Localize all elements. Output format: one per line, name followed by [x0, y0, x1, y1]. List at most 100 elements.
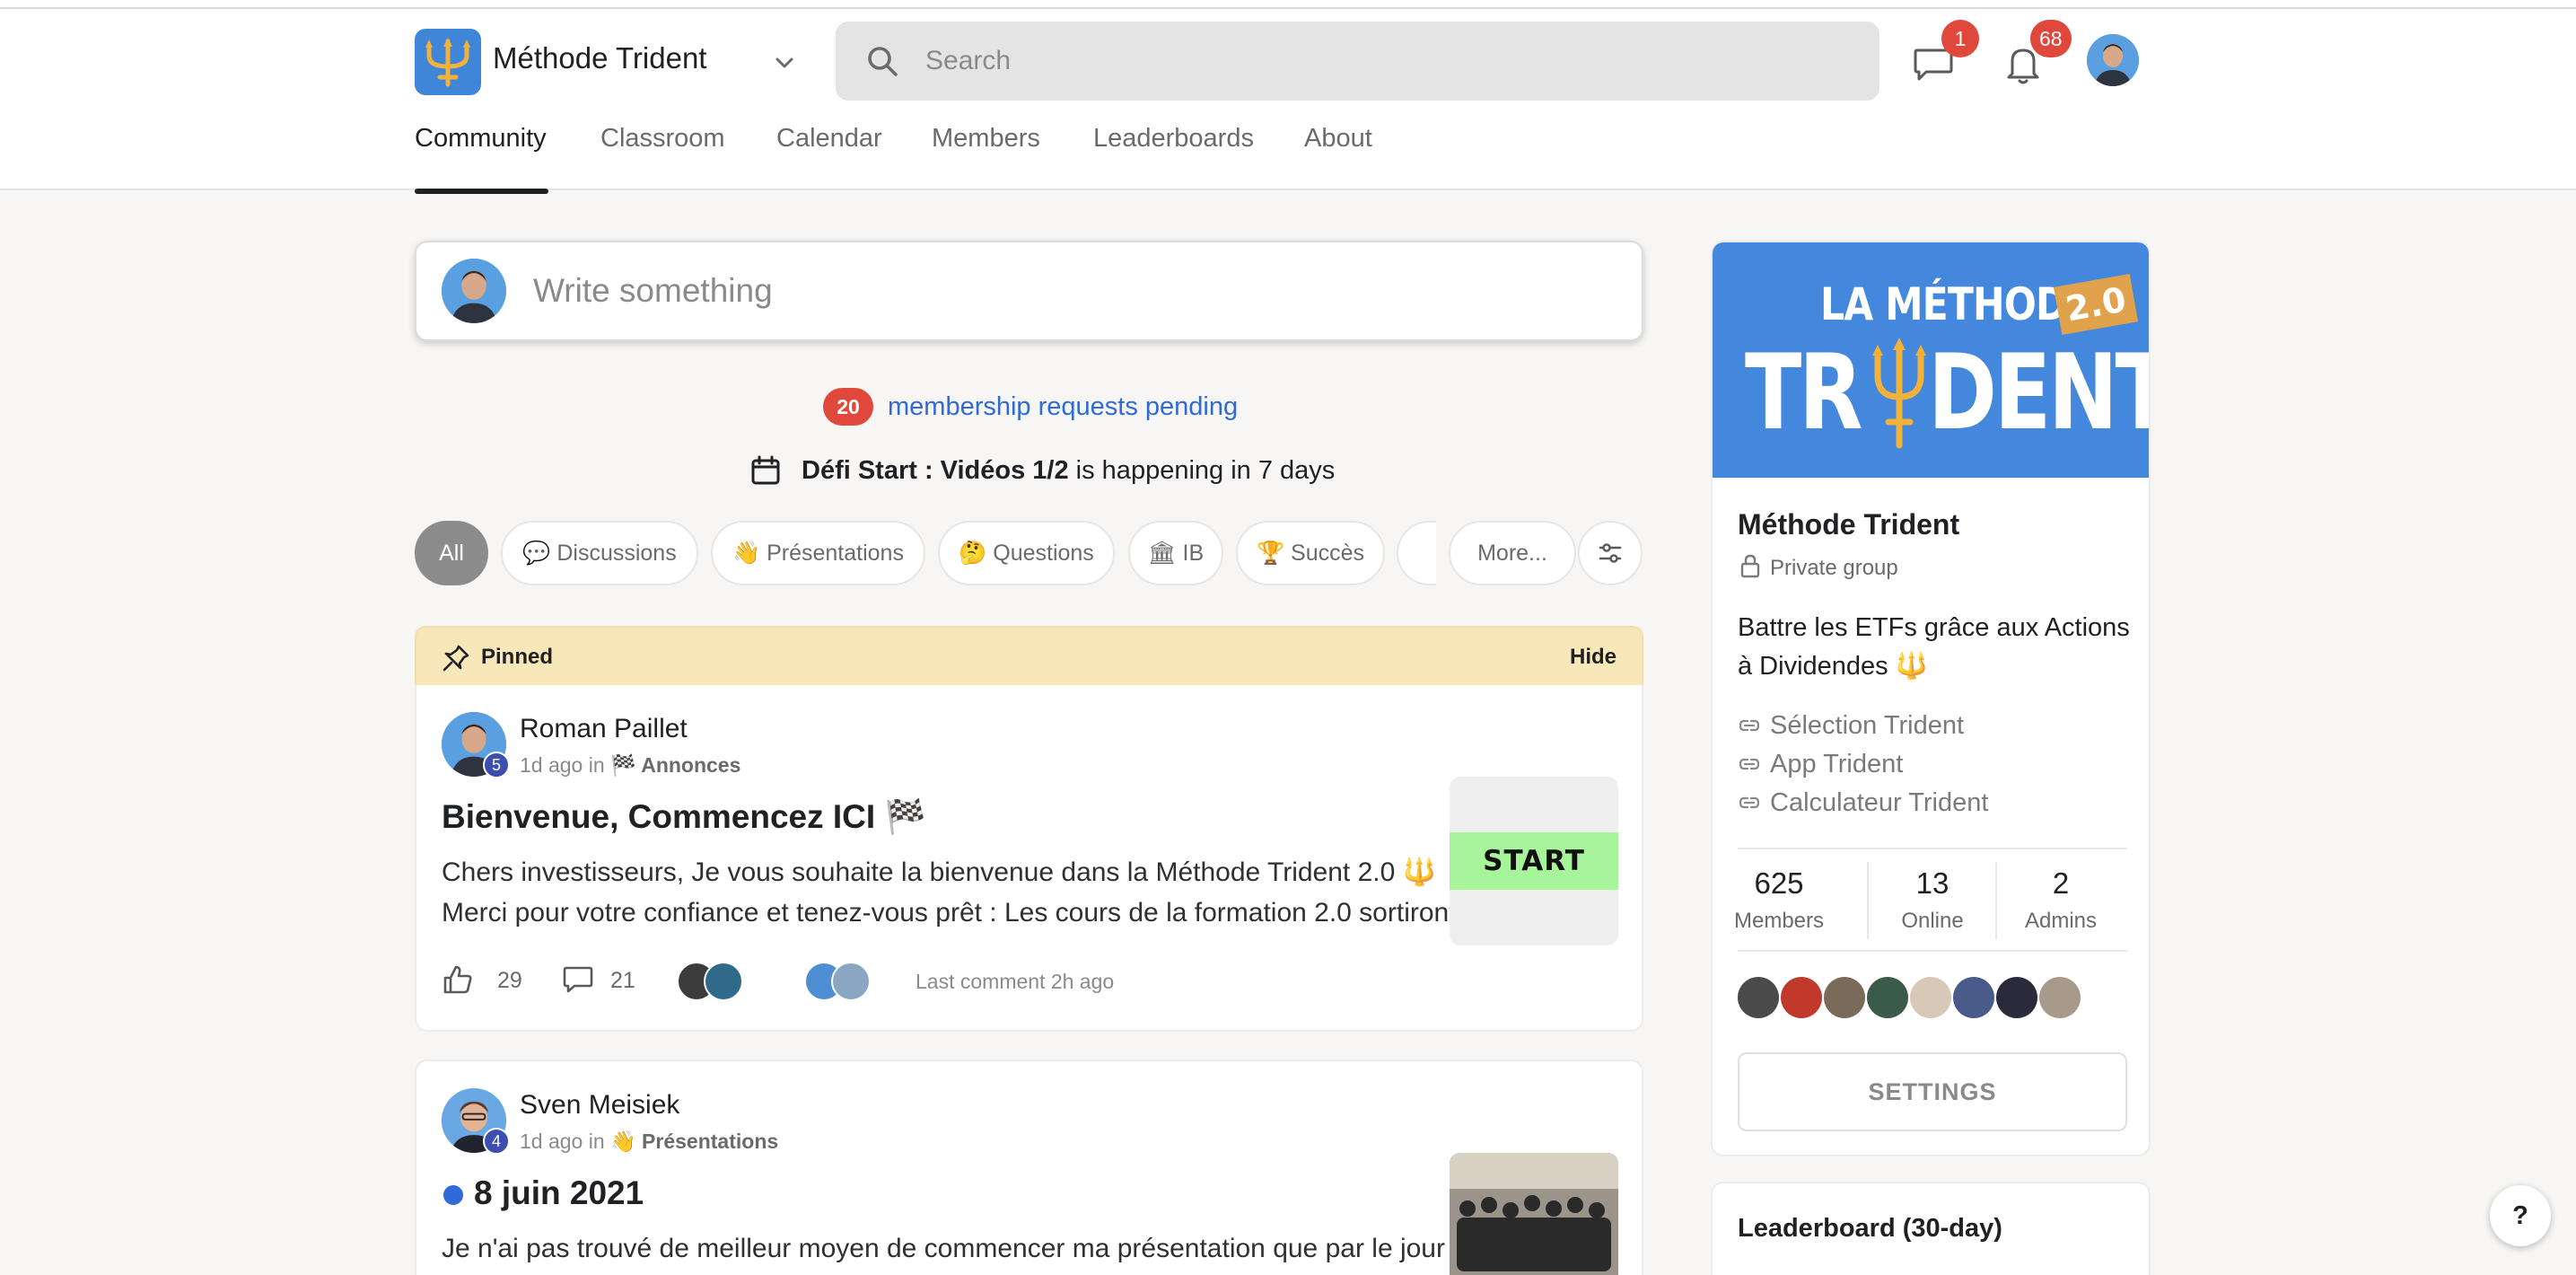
member-avatar[interactable] [1910, 977, 1951, 1018]
trident-icon [1872, 338, 1926, 449]
post-time: 1d ago in [520, 1130, 611, 1153]
banner-line1: LA MÉTHODE [1820, 278, 2092, 330]
filter-discussions[interactable]: 💬 Discussions [501, 521, 698, 585]
membership-requests-link[interactable]: membership requests pending [888, 392, 1238, 422]
pin-icon [442, 645, 469, 672]
member-avatar[interactable] [1867, 977, 1908, 1018]
members-count[interactable]: 625 [1716, 866, 1842, 901]
link-icon [1739, 758, 1760, 770]
tab-leaderboards[interactable]: Leaderboards [1093, 124, 1254, 190]
search-bar[interactable] [836, 22, 1879, 101]
group-banner[interactable]: LA MÉTHODE 2.0 TR DENT [1713, 242, 2151, 478]
like-icon[interactable] [442, 963, 474, 996]
event-timing: is happening in 7 days [1068, 455, 1336, 485]
post-time: 1d ago in [520, 753, 611, 777]
last-comment-time: Last comment 2h ago [916, 970, 1115, 993]
pinned-label: Pinned [481, 645, 554, 669]
tab-classroom[interactable]: Classroom [600, 124, 725, 190]
comment-icon[interactable] [562, 963, 594, 996]
leaderboard-title[interactable]: Leaderboard (30-day) [1738, 1214, 2002, 1244]
group-photo-image [1450, 1153, 1618, 1275]
group-sidebar: LA MÉTHODE 2.0 TR DENT Méthode Trident P… [1711, 241, 2151, 1156]
event-name[interactable]: Défi Start : Vidéos 1/2 [802, 456, 1069, 486]
notifications-badge: 68 [2030, 20, 2072, 57]
filter-truncated[interactable] [1397, 521, 1436, 585]
thumbnail-start-text: START [1450, 832, 1618, 890]
online-count[interactable]: 13 [1870, 866, 1995, 901]
help-button[interactable]: ? [2490, 1185, 2551, 1246]
post-excerpt-line: Je n'ai pas trouvé de meilleur moyen de … [442, 1234, 1445, 1263]
author-level-badge: 5 [483, 752, 510, 778]
sliders-icon [1599, 543, 1622, 563]
post-excerpt-line: Chers investisseurs, Je vous souhaite la… [442, 857, 1436, 887]
membership-requests[interactable]: 20 membership requests pending [823, 388, 1238, 426]
active-tab-indicator [415, 189, 548, 194]
tab-about[interactable]: About [1304, 124, 1372, 190]
tab-members[interactable]: Members [932, 124, 1040, 190]
sidebar-group-name: Méthode Trident [1738, 508, 1960, 541]
chat-badge: 1 [1941, 20, 1979, 57]
post-category[interactable]: 👋 Présentations [610, 1130, 778, 1153]
filter-succes[interactable]: 🏆 Succès [1236, 521, 1385, 585]
members-label: Members [1733, 909, 1825, 933]
search-icon [868, 47, 898, 76]
tab-community[interactable]: Community [415, 124, 547, 190]
member-avatar[interactable] [1738, 977, 1779, 1018]
author-name[interactable]: Sven Meisiek [520, 1090, 679, 1121]
sidebar-divider [1738, 950, 2127, 952]
filter-more[interactable]: More... [1449, 521, 1576, 585]
filter-ib[interactable]: 🏛 IB [1128, 521, 1223, 585]
author-level-badge: 4 [483, 1128, 510, 1155]
admins-count[interactable]: 2 [1998, 866, 2124, 901]
commenter-avatar[interactable] [831, 962, 871, 1001]
calendar-icon [751, 455, 780, 485]
unread-dot [443, 1185, 463, 1205]
tab-calendar[interactable]: Calendar [776, 124, 882, 190]
top-header: Méthode Trident 1 68 Community Classroom… [0, 9, 2576, 194]
filter-settings-button[interactable] [1578, 521, 1643, 585]
post-composer[interactable]: Write something [415, 241, 1643, 341]
post-thumbnail[interactable]: START [1450, 777, 1618, 945]
member-avatar[interactable] [2039, 977, 2081, 1018]
banner-line2-end: DENT [1928, 332, 2151, 453]
post-title[interactable]: Bienvenue, Commencez ICI 🏁 [442, 798, 926, 837]
hide-pinned-button[interactable]: Hide [1570, 645, 1617, 670]
post-card[interactable]: 4 Sven Meisiek 1d ago in 👋 Présentations… [415, 1060, 1643, 1275]
post-card[interactable]: 5 Roman Paillet 1d ago in 🏁 Annonces Bie… [415, 685, 1643, 1032]
member-avatar[interactable] [1953, 977, 1994, 1018]
online-label: Online [1901, 909, 1964, 933]
chevron-down-icon[interactable] [770, 48, 799, 77]
sidebar-link-app[interactable]: App Trident [1770, 750, 1903, 779]
filter-all[interactable]: All [415, 521, 488, 585]
post-category[interactable]: 🏁 Annonces [610, 753, 740, 777]
filter-questions[interactable]: 🤔 Questions [938, 521, 1115, 585]
trident-icon [425, 38, 470, 87]
count-separator [1995, 862, 1997, 939]
upcoming-event[interactable]: Défi Start : Vidéos 1/2 is happening in … [749, 453, 1335, 488]
member-avatar[interactable] [1824, 977, 1865, 1018]
composer-avatar [442, 259, 506, 323]
group-privacy: Private group [1770, 556, 1898, 580]
like-count: 29 [497, 968, 522, 993]
sidebar-link-selection[interactable]: Sélection Trident [1770, 711, 1964, 741]
search-input[interactable] [925, 22, 1859, 101]
link-icon [1739, 719, 1760, 732]
user-avatar[interactable] [2087, 34, 2139, 86]
settings-button[interactable]: SETTINGS [1738, 1052, 2127, 1131]
sidebar-link-calculator[interactable]: Calculateur Trident [1770, 788, 1988, 818]
author-name[interactable]: Roman Paillet [520, 714, 688, 744]
post-title[interactable]: 8 juin 2021 [474, 1174, 644, 1212]
group-name[interactable]: Méthode Trident [493, 41, 706, 75]
count-separator [1867, 862, 1869, 939]
link-icon [1739, 796, 1760, 809]
member-avatar[interactable] [1781, 977, 1822, 1018]
filter-presentations[interactable]: 👋 Présentations [711, 521, 925, 585]
member-avatar[interactable] [1996, 977, 2037, 1018]
post-thumbnail[interactable] [1450, 1153, 1618, 1275]
avatar-portrait-icon [442, 259, 506, 323]
commenter-avatar[interactable] [704, 962, 743, 1001]
lock-icon [1740, 554, 1760, 578]
group-logo[interactable] [415, 29, 481, 95]
comment-count: 21 [610, 968, 635, 993]
composer-placeholder: Write something [533, 272, 773, 309]
